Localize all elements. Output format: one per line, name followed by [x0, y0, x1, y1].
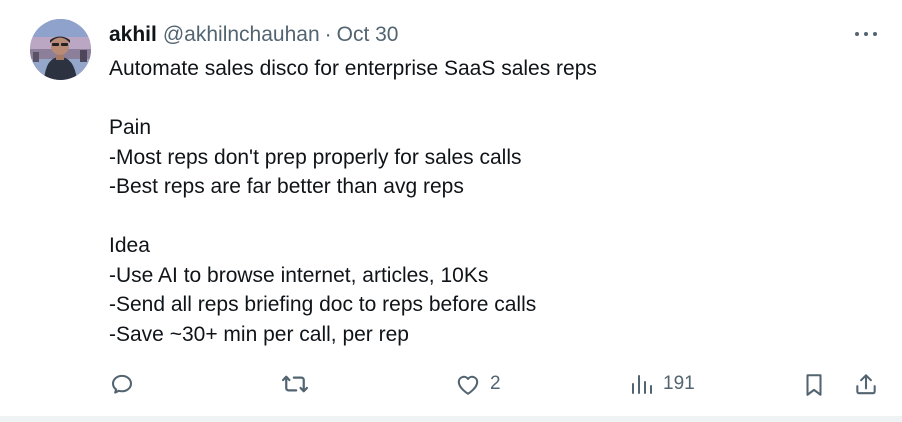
avatar[interactable] [30, 19, 91, 80]
tweet-card[interactable]: akhil @akhilnchauhan · Oct 30 Automate s… [0, 0, 902, 422]
tweet-text-line: Automate sales disco for enterprise SaaS… [109, 57, 597, 80]
separator-dot: · [324, 23, 332, 46]
tweet-text-line: Idea [109, 234, 150, 257]
tweet-date[interactable]: Oct 30 [337, 22, 399, 48]
bookmark-icon [806, 374, 822, 396]
views-count: 191 [663, 373, 695, 394]
tweet-header: akhil @akhilnchauhan · Oct 30 [109, 22, 399, 48]
tweet-text-line: -Use AI to browse internet, articles, 10… [109, 263, 489, 287]
tweet-text: Automate sales disco for enterprise SaaS… [109, 54, 869, 349]
reply-button[interactable] [109, 371, 135, 397]
avatar-photo [30, 19, 91, 80]
retweet-icon [281, 375, 309, 393]
tweet-text-line: -Send all reps briefing doc to reps befo… [109, 293, 537, 316]
like-button[interactable]: 2 [455, 372, 501, 396]
retweet-button[interactable] [280, 370, 310, 398]
tweet-text-line: -Best reps are far better than avg reps [109, 175, 464, 198]
analytics-icon [632, 375, 652, 394]
like-count: 2 [490, 373, 501, 394]
more-horizontal-icon [855, 32, 859, 36]
views-button[interactable]: 191 [630, 373, 695, 395]
heart-icon [457, 375, 479, 395]
tweet-text-line: -Save ~30+ min per call, per rep [109, 322, 409, 346]
tweet-text-line: Pain [109, 116, 152, 139]
user-handle[interactable]: @akhilnchauhan [163, 22, 320, 48]
tweet-text-line: -Most reps don't prep properly for sales… [109, 145, 522, 169]
share-button[interactable] [853, 371, 879, 397]
display-name[interactable]: akhil [109, 22, 157, 48]
more-options-button[interactable] [852, 24, 880, 44]
reply-icon [111, 374, 133, 394]
tweet-divider [0, 416, 902, 422]
share-icon [856, 374, 876, 395]
bookmark-button[interactable] [803, 372, 825, 398]
